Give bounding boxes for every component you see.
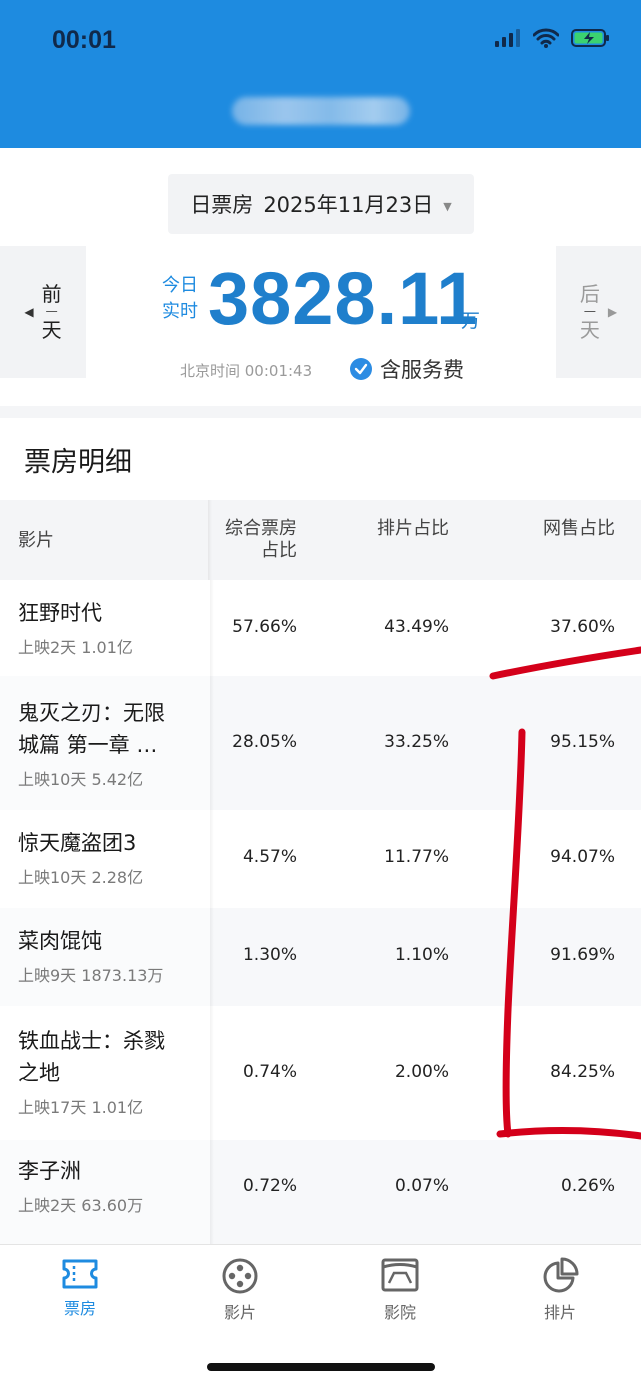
arrow-left-icon: ◀ (24, 305, 34, 319)
details-title: 票房明细 (24, 447, 132, 478)
ticket-icon (62, 1259, 98, 1289)
cinema-screen-icon (381, 1258, 419, 1292)
table-row[interactable]: 狂野时代 上映2天 1.01亿 57.66% 43.49% 37.60% (0, 580, 641, 676)
tab-box-office[interactable]: 票房 (30, 1257, 130, 1319)
col-header-box-share-line2: 占比 (261, 540, 297, 561)
service-fee-toggle[interactable]: 含服务费 (350, 354, 464, 384)
screening-share-value: 1.10% (394, 945, 449, 965)
film-name-line1: 鬼灭之刃：无限 (18, 701, 165, 725)
film-cell: 惊天魔盗团3 上映10天 2.28亿 (0, 810, 214, 908)
tab-label: 票房 (63, 1299, 96, 1318)
col-header-box-share[interactable]: 综合票房 占比 (187, 518, 297, 562)
online-share-value: 91.69% (550, 945, 615, 965)
blurred-header-title (232, 97, 410, 125)
online-share-value: 95.15% (550, 732, 615, 752)
table-row[interactable]: 菜肉馄饨 上映9天 1873.13万 1.30% 1.10% 91.69% (0, 908, 641, 1006)
film-name-line1: 铁血战士：杀戮 (18, 1029, 165, 1053)
film-name: 狂野时代 (18, 601, 102, 625)
film-cell: 鬼灭之刃：无限 城篇 第一章 … 上映10天 5.42亿 (0, 676, 214, 810)
screening-share-value: 11.77% (384, 847, 449, 867)
film-cell: 李子洲 上映2天 63.60万 (0, 1140, 214, 1244)
next-day-separator: 一 (583, 305, 596, 319)
film-cell: 铁血战士：杀戮 之地 上映17天 1.01亿 (0, 1006, 214, 1140)
col-header-box-share-line1: 综合票房 (225, 518, 297, 539)
screening-share-value: 2.00% (394, 1062, 449, 1082)
prev-day-label-bottom: 天 (41, 318, 62, 342)
date-value: 2025年11月23日 (263, 193, 434, 217)
box-share-value: 4.57% (242, 847, 297, 867)
next-day-button[interactable]: 后 一 天 ▶ (556, 246, 641, 378)
col-header-online-share[interactable]: 网售占比 (543, 518, 615, 540)
next-day-label-top: 后 (579, 282, 600, 306)
film-reel-icon (222, 1258, 258, 1294)
film-name: 惊天魔盗团3 (18, 831, 137, 855)
tab-films[interactable]: 影片 (190, 1257, 290, 1323)
online-share-value: 84.25% (550, 1062, 615, 1082)
film-name-line2: 城篇 第一章 … (18, 733, 158, 757)
online-share-value: 94.07% (550, 847, 615, 867)
film-name-line2: 之地 (18, 1061, 60, 1085)
online-share-value: 0.26% (560, 1176, 615, 1196)
wifi-icon (533, 28, 559, 48)
film-meta: 上映2天 1.01亿 (18, 638, 133, 657)
box-share-value: 57.66% (232, 617, 297, 637)
next-day-label-bottom: 天 (579, 318, 600, 342)
tab-cinemas[interactable]: 影院 (350, 1257, 450, 1323)
table-header: 影片 综合票房 占比 排片占比 网售占比 (0, 500, 641, 580)
tab-schedule[interactable]: 排片 (510, 1257, 610, 1323)
col-header-film[interactable]: 影片 (18, 530, 54, 552)
live-label-line2: 实时 (162, 301, 198, 322)
box-share-value: 0.74% (242, 1062, 297, 1082)
top-header: 00:01 (0, 0, 641, 148)
col-header-screening-share[interactable]: 排片占比 (377, 518, 449, 540)
online-share-value: 37.60% (550, 617, 615, 637)
film-cell: 菜肉馄饨 上映9天 1873.13万 (0, 908, 214, 1006)
status-icons (495, 28, 611, 48)
service-fee-label: 含服务费 (380, 358, 464, 382)
total-box-office: 3828.11 (208, 257, 479, 340)
summary-panel: 日票房 2025年11月23日 ▼ ◀ 前 一 天 后 一 天 ▶ 今日 实时 … (0, 148, 641, 406)
arrow-right-icon: ▶ (607, 305, 618, 319)
screening-share-value: 0.07% (394, 1176, 449, 1196)
film-meta: 上映10天 5.42亿 (18, 770, 144, 789)
live-label: 今日 实时 (160, 273, 200, 325)
film-name: 李子洲 (18, 1159, 81, 1183)
check-circle-icon (350, 358, 372, 380)
table-row[interactable]: 惊天魔盗团3 上映10天 2.28亿 4.57% 11.77% 94.07% (0, 810, 641, 908)
date-selector[interactable]: 日票房 2025年11月23日 ▼ (168, 174, 474, 234)
signal-icon (495, 29, 520, 47)
section-divider (0, 406, 641, 418)
pie-chart-icon (543, 1257, 579, 1293)
film-meta: 上映17天 1.01亿 (18, 1098, 144, 1117)
date-type-label: 日票房 (190, 193, 254, 217)
screening-share-value: 43.49% (384, 617, 449, 637)
app-screen: 00:01 日票房 2025年11月23日 ▼ ◀ 前 一 天 后 一 天 ▶ … (0, 0, 641, 1386)
box-office-unit: 万 (461, 310, 481, 332)
box-share-value: 0.72% (242, 1176, 297, 1196)
prev-day-label-top: 前 (41, 282, 62, 306)
table-row[interactable]: 鬼灭之刃：无限 城篇 第一章 … 上映10天 5.42亿 28.05% 33.2… (0, 676, 641, 810)
status-time: 00:01 (52, 26, 116, 54)
film-cell: 狂野时代 上映2天 1.01亿 (0, 580, 214, 676)
tab-label: 影院 (383, 1303, 416, 1322)
film-meta: 上映9天 1873.13万 (18, 966, 164, 985)
battery-charging-icon (571, 29, 609, 47)
prev-day-separator: 一 (45, 305, 58, 319)
film-meta: 上映10天 2.28亿 (18, 868, 144, 887)
screening-share-value: 33.25% (384, 732, 449, 752)
box-share-value: 28.05% (232, 732, 297, 752)
film-meta: 上映2天 63.60万 (18, 1196, 144, 1215)
previous-day-button[interactable]: ◀ 前 一 天 (0, 246, 86, 378)
table-row[interactable]: 李子洲 上映2天 63.60万 0.72% 0.07% 0.26% (0, 1140, 641, 1244)
film-name: 菜肉馄饨 (18, 929, 102, 953)
caret-down-icon: ▼ (443, 199, 452, 213)
tab-label: 影片 (223, 1303, 256, 1322)
live-label-line1: 今日 (162, 275, 198, 296)
box-share-value: 1.30% (242, 945, 297, 965)
beijing-time: 北京时间 00:01:43 (180, 362, 313, 380)
table-row[interactable]: 铁血战士：杀戮 之地 上映17天 1.01亿 0.74% 2.00% 84.25… (0, 1006, 641, 1140)
tab-label: 排片 (543, 1303, 576, 1322)
home-indicator[interactable] (207, 1363, 435, 1371)
